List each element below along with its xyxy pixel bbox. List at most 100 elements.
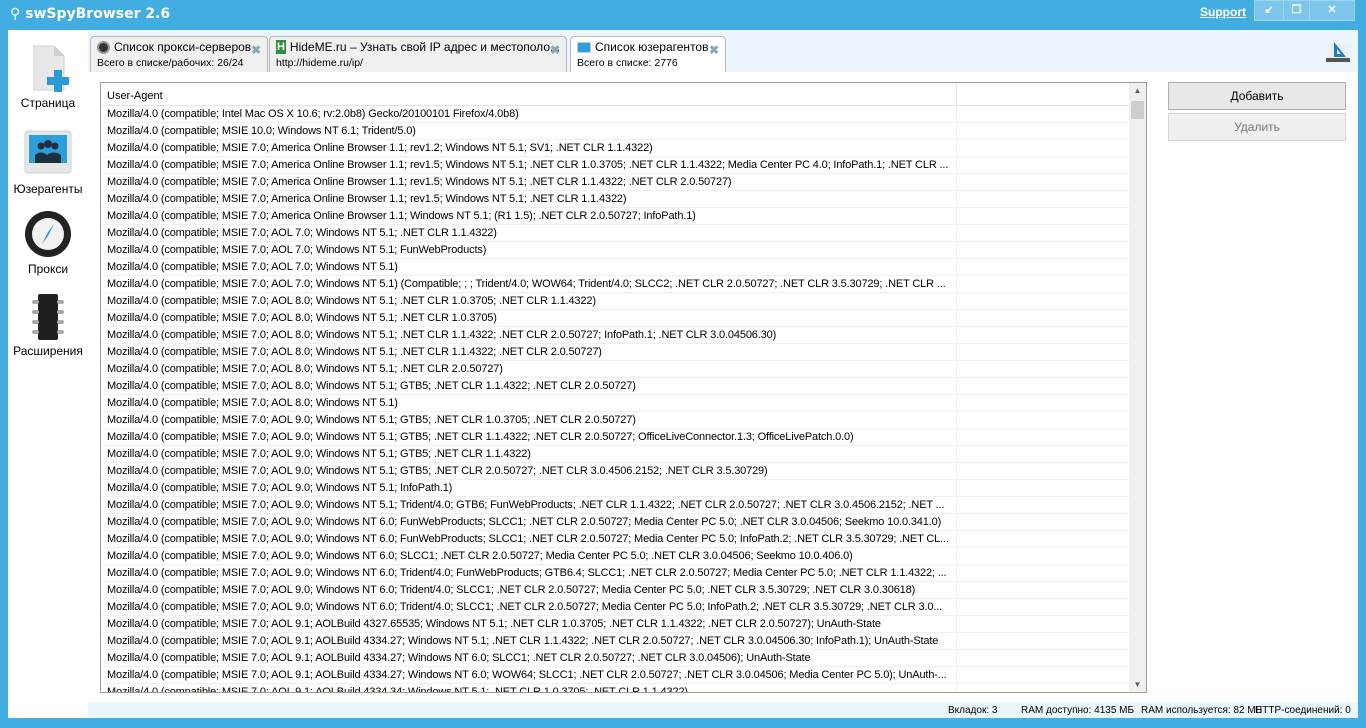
maximize-button[interactable]: ❐ [1283,0,1310,21]
user-agent-cell: Mozilla/4.0 (compatible; MSIE 7.0; AOL 9… [101,616,957,632]
compass-icon [24,210,72,258]
user-agent-cell: Mozilla/4.0 (compatible; MSIE 7.0; AOL 9… [101,446,957,462]
table-row[interactable]: Mozilla/4.0 (compatible; MSIE 7.0; AOL 9… [101,412,1146,429]
tab-hideme[interactable]: H HideME.ru – Узнать свой IP адрес и мест… [269,36,567,72]
user-agent-cell: Mozilla/4.0 (compatible; MSIE 7.0; Ameri… [101,174,957,190]
table-row[interactable]: Mozilla/4.0 (compatible; MSIE 7.0; AOL 9… [101,446,1146,463]
table-row[interactable]: Mozilla/4.0 (compatible; MSIE 7.0; AOL 8… [101,378,1146,395]
user-agent-cell: Mozilla/4.0 (compatible; MSIE 7.0; AOL 9… [101,650,957,666]
user-agent-cell: Mozilla/4.0 (compatible; MSIE 7.0; AOL 8… [101,310,957,326]
user-agent-cell: Mozilla/4.0 (compatible; MSIE 7.0; AOL 9… [101,684,957,692]
restore-down-button[interactable]: ↙ [1254,0,1284,21]
user-agent-cell: Mozilla/4.0 (compatible; MSIE 7.0; Ameri… [101,208,957,224]
table-row[interactable]: Mozilla/4.0 (compatible; MSIE 7.0; AOL 9… [101,667,1146,684]
table-row[interactable]: Mozilla/4.0 (compatible; MSIE 7.0; AOL 9… [101,565,1146,582]
user-agent-cell: Mozilla/4.0 (compatible; MSIE 7.0; AOL 7… [101,225,957,241]
sidebar-item-extensions[interactable]: Расширения [8,292,88,358]
table-row[interactable]: Mozilla/4.0 (compatible; MSIE 7.0; AOL 7… [101,276,1146,293]
hideme-icon: H [276,40,286,54]
user-agent-cell: Mozilla/4.0 (compatible; MSIE 7.0; AOL 9… [101,480,957,496]
table-row[interactable]: Mozilla/4.0 (compatible; MSIE 7.0; AOL 7… [101,242,1146,259]
user-agent-cell: Mozilla/4.0 (compatible; MSIE 7.0; AOL 7… [101,242,957,258]
scrollbar-thumb[interactable] [1131,101,1144,119]
table-row[interactable]: Mozilla/4.0 (compatible; MSIE 7.0; AOL 8… [101,327,1146,344]
table-row[interactable]: Mozilla/4.0 (compatible; MSIE 7.0; AOL 7… [101,225,1146,242]
status-ram-available: RAM доступно: 4135 МБ [1021,705,1135,716]
table-row[interactable]: Mozilla/4.0 (compatible; MSIE 7.0; AOL 9… [101,599,1146,616]
column-header-user-agent[interactable]: User-Agent [101,83,957,105]
useragents-panel: User-Agent Mozilla/4.0 (compatible; Inte… [88,72,1358,702]
table-row[interactable]: Mozilla/4.0 (compatible; Intel Mac OS X … [101,106,1146,123]
table-row[interactable]: Mozilla/4.0 (compatible; MSIE 7.0; AOL 9… [101,480,1146,497]
user-agent-cell: Mozilla/4.0 (compatible; MSIE 7.0; AOL 8… [101,361,957,377]
page-add-icon [24,44,72,92]
table-row[interactable]: Mozilla/4.0 (compatible; MSIE 7.0; AOL 9… [101,548,1146,565]
sidebar-item-proxy[interactable]: Прокси [8,210,88,276]
scroll-down-icon[interactable]: ▼ [1129,680,1146,689]
table-row[interactable]: Mozilla/4.0 (compatible; MSIE 7.0; AOL 7… [101,259,1146,276]
user-agent-cell: Mozilla/4.0 (compatible; MSIE 7.0; Ameri… [101,191,957,207]
support-link[interactable]: Support [1200,5,1246,19]
user-agent-cell: Mozilla/4.0 (compatible; MSIE 7.0; AOL 7… [101,276,957,292]
user-agent-cell: Mozilla/4.0 (compatible; Intel Mac OS X … [101,106,957,122]
user-agent-cell: Mozilla/4.0 (compatible; MSIE 7.0; AOL 9… [101,548,957,564]
table-row[interactable]: Mozilla/4.0 (compatible; MSIE 7.0; AOL 8… [101,344,1146,361]
sidebar-item-page[interactable]: Страница [8,44,88,110]
status-tabs: Вкладок: 3 [948,705,998,716]
tab-bar: Список прокси-серверов Всего в списке/ра… [88,30,1358,73]
user-agent-cell: Mozilla/4.0 (compatible; MSIE 7.0; AOL 9… [101,667,957,683]
table-row[interactable]: Mozilla/4.0 (compatible; MSIE 7.0; AOL 9… [101,684,1146,692]
chip-icon [24,292,72,340]
users-icon [577,41,591,53]
user-agent-cell: Mozilla/4.0 (compatible; MSIE 7.0; AOL 9… [101,633,957,649]
user-agent-cell: Mozilla/4.0 (compatible; MSIE 7.0; AOL 7… [101,259,957,275]
close-tab-icon[interactable]: ✖ [550,43,560,57]
table-row[interactable]: Mozilla/4.0 (compatible; MSIE 7.0; AOL 9… [101,616,1146,633]
close-tab-icon[interactable]: ✖ [709,43,719,57]
user-agent-cell: Mozilla/4.0 (compatible; MSIE 7.0; AOL 8… [101,395,957,411]
table-row[interactable]: Mozilla/4.0 (compatible; MSIE 7.0; Ameri… [101,157,1146,174]
add-button[interactable]: Добавить [1168,82,1346,110]
table-row[interactable]: Mozilla/4.0 (compatible; MSIE 7.0; AOL 9… [101,582,1146,599]
user-agent-cell: Mozilla/4.0 (compatible; MSIE 7.0; AOL 9… [101,599,957,615]
delete-button[interactable]: Удалить [1168,113,1346,141]
title-bar: ⚲ swSpyBrowser 2.6 Support ↙ ❐ ✕ [0,0,1366,30]
user-agent-cell: Mozilla/4.0 (compatible; MSIE 7.0; AOL 9… [101,412,957,428]
table-row[interactable]: Mozilla/4.0 (compatible; MSIE 7.0; AOL 8… [101,395,1146,412]
scroll-up-icon[interactable]: ▲ [1129,86,1146,95]
table-row[interactable]: Mozilla/4.0 (compatible; MSIE 7.0; AOL 8… [101,361,1146,378]
user-agent-cell: Mozilla/4.0 (compatible; MSIE 7.0; AOL 8… [101,344,957,360]
close-tab-icon[interactable]: ✖ [251,43,261,57]
tab-useragents[interactable]: Список юзерагентов Всего в списке: 2776 … [570,36,726,73]
table-row[interactable]: Mozilla/4.0 (compatible; MSIE 7.0; Ameri… [101,174,1146,191]
users-icon [24,130,72,178]
sidebar-item-useragents[interactable]: Юзерагенты [8,130,88,196]
user-agent-cell: Mozilla/4.0 (compatible; MSIE 7.0; Ameri… [101,140,957,156]
vertical-scrollbar[interactable]: ▲ ▼ [1129,83,1146,692]
table-row[interactable]: Mozilla/4.0 (compatible; MSIE 7.0; AOL 9… [101,650,1146,667]
table-row[interactable]: Mozilla/4.0 (compatible; MSIE 7.0; AOL 9… [101,429,1146,446]
useragent-table: User-Agent Mozilla/4.0 (compatible; Inte… [100,82,1147,693]
user-agent-cell: Mozilla/4.0 (compatible; MSIE 7.0; AOL 9… [101,531,957,547]
sidebar: Страница Юзерагенты Прокси Расширения [8,30,88,718]
table-row[interactable]: Mozilla/4.0 (compatible; MSIE 7.0; AOL 9… [101,463,1146,480]
user-agent-cell: Mozilla/4.0 (compatible; MSIE 7.0; Ameri… [101,157,957,173]
table-row[interactable]: Mozilla/4.0 (compatible; MSIE 7.0; Ameri… [101,140,1146,157]
table-row[interactable]: Mozilla/4.0 (compatible; MSIE 7.0; AOL 9… [101,531,1146,548]
user-agent-cell: Mozilla/4.0 (compatible; MSIE 7.0; AOL 9… [101,582,957,598]
status-ram-used: RAM используется: 82 МБ [1141,705,1263,716]
tab-proxy-list[interactable]: Список прокси-серверов Всего в списке/ра… [90,36,268,72]
table-row[interactable]: Mozilla/4.0 (compatible; MSIE 10.0; Wind… [101,123,1146,140]
user-agent-cell: Mozilla/4.0 (compatible; MSIE 7.0; AOL 8… [101,327,957,343]
user-agent-cell: Mozilla/4.0 (compatible; MSIE 7.0; AOL 9… [101,565,957,581]
user-agent-cell: Mozilla/4.0 (compatible; MSIE 7.0; AOL 9… [101,463,957,479]
table-row[interactable]: Mozilla/4.0 (compatible; MSIE 7.0; Ameri… [101,191,1146,208]
table-row[interactable]: Mozilla/4.0 (compatible; MSIE 7.0; AOL 8… [101,310,1146,327]
table-row[interactable]: Mozilla/4.0 (compatible; MSIE 7.0; AOL 9… [101,514,1146,531]
table-row[interactable]: Mozilla/4.0 (compatible; MSIE 7.0; AOL 8… [101,293,1146,310]
table-row[interactable]: Mozilla/4.0 (compatible; MSIE 7.0; AOL 9… [101,633,1146,650]
toolbox-icon[interactable] [1324,40,1352,67]
table-row[interactable]: Mozilla/4.0 (compatible; MSIE 7.0; Ameri… [101,208,1146,225]
table-row[interactable]: Mozilla/4.0 (compatible; MSIE 7.0; AOL 9… [101,497,1146,514]
close-button[interactable]: ✕ [1309,0,1355,21]
